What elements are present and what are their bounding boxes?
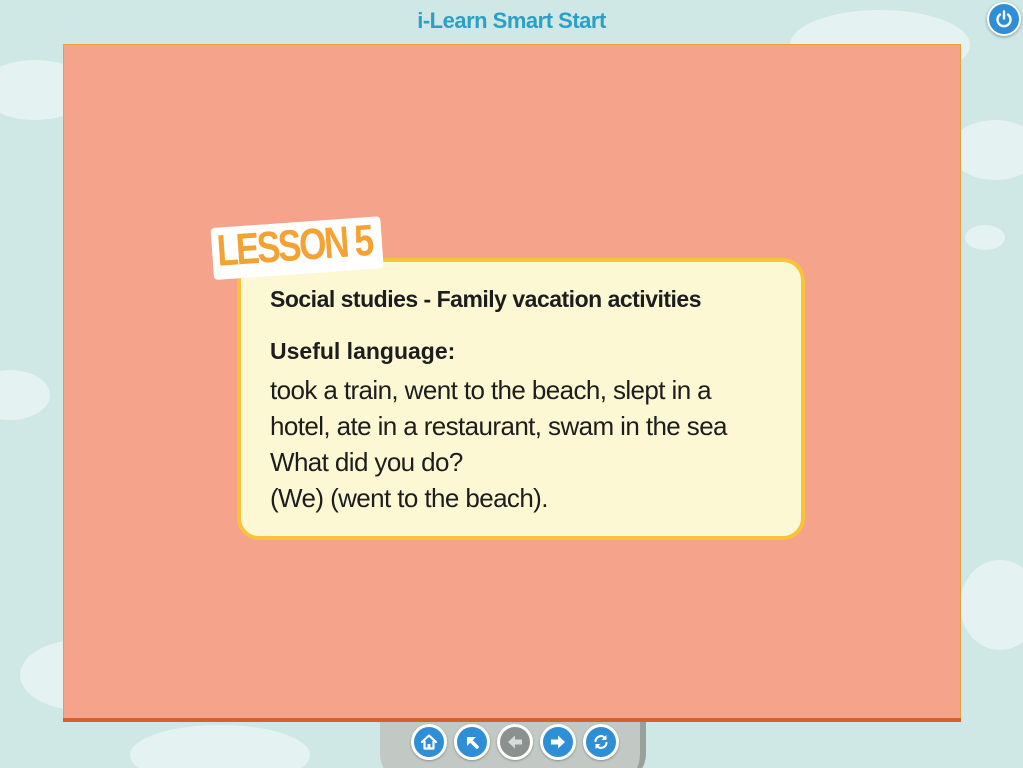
lesson-badge-label: LESSON 5 [215, 215, 374, 276]
home-icon [420, 734, 438, 750]
background-cloud [130, 725, 310, 768]
useful-language-title: Useful language: [270, 338, 456, 364]
previous-button[interactable] [497, 724, 533, 760]
arrow-up-left-icon [467, 737, 479, 749]
useful-language-line: hotel, ate in a restaurant, swam in the … [270, 411, 728, 441]
app-title: i-Learn Smart Start [417, 8, 606, 33]
useful-language-list: took a train, went to the beach, slept i… [270, 372, 790, 516]
background-cloud [0, 370, 50, 420]
arrow-left-icon [508, 735, 522, 749]
home-button[interactable] [411, 724, 447, 760]
useful-language-line: What did you do? [270, 447, 463, 477]
background-cloud [965, 225, 1005, 250]
background-cloud [960, 560, 1023, 650]
refresh-button[interactable] [583, 724, 619, 760]
lesson-heading: Social studies - Family vacation activit… [270, 286, 702, 312]
power-button[interactable] [987, 2, 1021, 36]
arrow-right-icon [551, 735, 565, 749]
power-icon [996, 10, 1012, 28]
useful-language-line: took a train, went to the beach, slept i… [270, 375, 712, 405]
refresh-icon [594, 735, 608, 749]
useful-language-line: (We) (went to the beach). [270, 483, 548, 513]
next-button[interactable] [540, 724, 576, 760]
back-to-start-button[interactable] [454, 724, 490, 760]
